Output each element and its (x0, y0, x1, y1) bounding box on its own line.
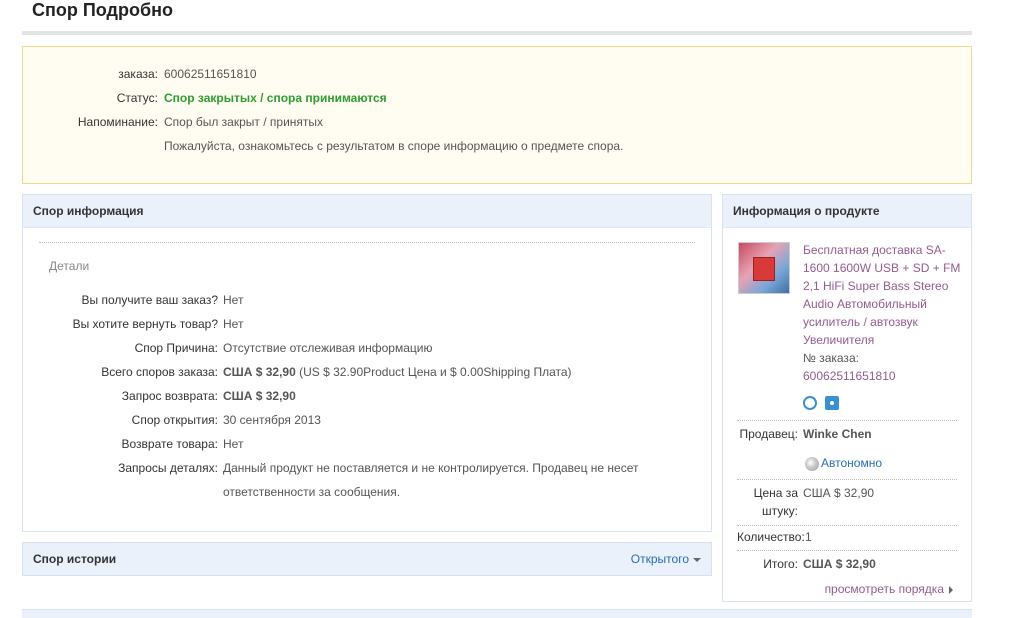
view-order-label: просмотреть порядка (824, 582, 944, 596)
seller-status-label: Автономно (821, 456, 883, 470)
page-title: Спор Подробно (32, 0, 173, 20)
product-title-link[interactable]: Бесплатная доставка SA-1600 1600W USB + … (803, 241, 963, 349)
product-divider (737, 479, 957, 480)
detail-label: Всего споров заказа: (101, 365, 218, 379)
notice-reminder-note: Пожалуйста, ознакомьтесь с результатом в… (164, 139, 624, 153)
detail-label: Вы хотите вернуть товар? (72, 317, 218, 331)
total-amount: США $ 32,90 (223, 365, 296, 379)
total-value: США $ 32,90 (803, 557, 876, 571)
detail-value: Нет (223, 437, 244, 451)
detail-value: Нет (223, 293, 244, 307)
total-breakdown: (US $ 32.90Product Цена и $ 0.00Shipping… (295, 365, 572, 379)
detail-value: Данный продукт не поставляется и не конт… (223, 461, 639, 475)
details-section-label: Детали (49, 259, 90, 273)
product-info-panel: Информация о продукте Бесплатная доставк… (722, 194, 972, 602)
snapshot-icon[interactable] (825, 395, 839, 410)
dispute-notice-box: заказа: 60062511651810 Статус: Спор закр… (22, 46, 972, 184)
quantity-value: 1 (805, 530, 812, 544)
detail-row: Вы получите ваш заказ? Нет (23, 288, 711, 312)
detail-label: Запрос возврата: (121, 389, 218, 403)
total-label: Итого: (763, 557, 798, 571)
product-divider (737, 550, 957, 551)
title-divider (22, 31, 972, 35)
detail-row: Запрос возврата: США $ 32,90 (23, 384, 711, 408)
detail-row: Спор Причина: Отсутствие отслеживая инфо… (23, 336, 711, 360)
dispute-history-panel: Спор истории Открытого (22, 542, 712, 576)
notice-order-value: 60062511651810 (164, 67, 257, 81)
detail-value: 30 сентября 2013 (223, 413, 321, 427)
offline-status-icon (805, 456, 819, 471)
chevron-down-icon (693, 557, 701, 562)
detail-value: США $ 32,90 (US $ 32.90Product Цена и $ … (223, 360, 693, 384)
seller-label: Продавец: (739, 427, 798, 441)
seller-name: Winke Chen (803, 427, 872, 441)
product-details: Бесплатная доставка SA-1600 1600W USB + … (803, 241, 963, 385)
unit-price-value: США $ 32,90 (803, 486, 875, 500)
notice-reminder-label: Напоминание: (77, 115, 158, 129)
dispute-history-header: Спор истории (23, 543, 711, 575)
history-expand-toggle[interactable]: Открытого (631, 543, 701, 575)
detail-row: Возврате товара: Нет (23, 432, 711, 456)
product-divider (737, 420, 957, 421)
notice-reminder-value: Спор был закрыт / принятых (164, 115, 324, 129)
detail-row: Всего споров заказа: США $ 32,90 (US $ 3… (23, 360, 711, 384)
detail-row: Запросы деталях: Данный продукт не поста… (23, 456, 711, 480)
detail-value: Отсутствие отслеживая информацию (223, 341, 433, 355)
detail-label: Вы получите ваш заказ? (81, 293, 218, 307)
detail-label: Спор открытия: (131, 413, 218, 427)
view-order-link[interactable]: просмотреть порядка (825, 580, 953, 598)
seller-status[interactable]: Автономно (805, 454, 882, 472)
detail-row-continued: ответственности за сообщения. (23, 480, 711, 504)
history-toggle-label: Открытого (630, 552, 689, 566)
detail-row: Спор открытия: 30 сентября 2013 (23, 408, 711, 432)
refund-amount: США $ 32,90 (223, 389, 296, 403)
notice-order-label: заказа: (118, 67, 158, 81)
detail-label: Возврате товара: (121, 437, 218, 451)
product-info-header: Информация о продукте (723, 195, 971, 228)
product-divider (737, 525, 957, 526)
notice-status-value: Спор закрытых / спора принимаются (164, 91, 387, 105)
chevron-right-icon (949, 585, 953, 594)
notice-status-label: Статус: (116, 91, 158, 105)
quantity-label: Количество: (737, 530, 805, 544)
product-order-label: № заказа: (803, 351, 859, 365)
detail-value: ответственности за сообщения. (223, 485, 401, 499)
product-order-link[interactable]: 60062511651810 (803, 367, 963, 385)
detail-row: Вы хотите вернуть товар? Нет (23, 312, 711, 336)
product-icon-row (803, 395, 847, 410)
detail-label: Спор Причина: (134, 341, 218, 355)
dispute-info-header: Спор информация (23, 195, 711, 228)
detail-label: Запросы деталях: (118, 461, 218, 475)
dispute-info-panel: Спор информация Детали Вы получите ваш з… (22, 194, 712, 532)
details-divider (39, 242, 695, 243)
product-thumbnail[interactable] (738, 242, 790, 294)
detail-value: Нет (223, 317, 244, 331)
unit-price-label: Цена за штуку: (753, 486, 798, 518)
alarm-clock-icon[interactable] (803, 395, 817, 410)
